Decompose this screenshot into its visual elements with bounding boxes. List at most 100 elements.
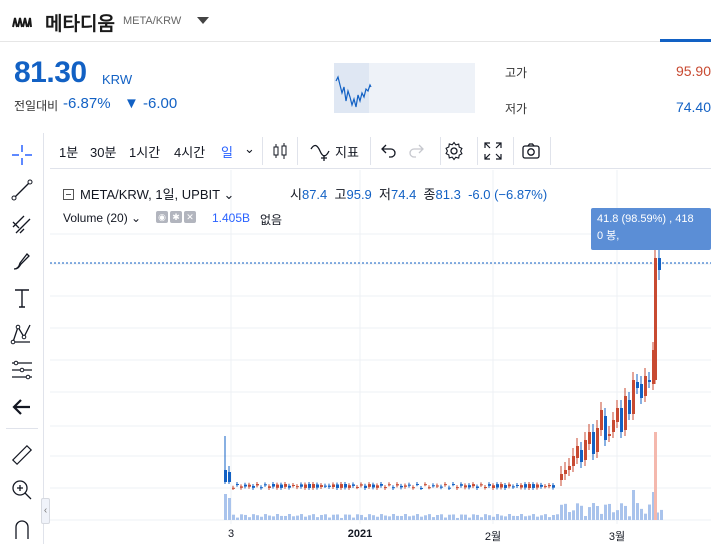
high-label-chart: 고 — [334, 187, 347, 202]
volume-bar — [420, 516, 423, 520]
candle-body — [380, 484, 383, 486]
volume-bar — [520, 514, 523, 520]
settings-small-icon[interactable]: ✱ — [170, 211, 182, 223]
pattern-icon[interactable] — [7, 319, 37, 349]
measure-lines-icon[interactable] — [7, 355, 37, 385]
tooltip-line-1: 41.8 (98.59%) , 418 — [597, 213, 694, 225]
ohlc-values: 시87.4 고95.9 저74.4 종81.3 -6.0 (−6.87%) — [290, 184, 547, 203]
coin-name[interactable]: 메타디움 — [45, 9, 115, 36]
interval-dropdown-icon[interactable]: ⌄ — [244, 141, 255, 157]
candle-body — [588, 432, 591, 444]
candle-body — [312, 484, 315, 488]
volume-bar — [472, 514, 475, 520]
volume-bar — [448, 514, 451, 520]
volume-bar — [644, 513, 647, 520]
volume-bar — [372, 515, 375, 520]
candle-body — [540, 484, 543, 487]
x-label-2021: 2021 — [347, 528, 373, 540]
candle-body — [658, 258, 661, 270]
legend-symbol[interactable]: META/KRW, 1일, UPBIT — [80, 187, 220, 202]
candle-body — [400, 485, 403, 488]
volume-value: 1.405B — [212, 211, 251, 225]
volume-bar — [240, 514, 243, 520]
volume-bar — [464, 514, 467, 520]
interval-day[interactable]: 일 — [221, 142, 233, 161]
magnet-icon[interactable] — [7, 514, 37, 544]
volume-bar — [588, 507, 591, 520]
crosshair-icon[interactable] — [7, 140, 37, 170]
volume-bar — [460, 514, 463, 520]
time-axis[interactable]: 3 2021 2월 3월 — [50, 524, 711, 544]
volume-legend[interactable]: Volume (20) ⌄ — [63, 211, 141, 225]
volume-bar — [376, 516, 379, 520]
candle-body — [572, 456, 575, 466]
back-arrow-icon[interactable] — [7, 392, 37, 422]
candle-body — [364, 485, 367, 488]
collapse-legend-icon[interactable] — [63, 189, 74, 200]
fullscreen-icon[interactable] — [480, 138, 506, 164]
indicator-icon[interactable] — [307, 138, 333, 164]
camera-icon[interactable] — [518, 138, 544, 164]
zoom-in-icon[interactable] — [7, 475, 37, 505]
volume-bar — [636, 503, 639, 520]
coin-dropdown-icon[interactable] — [197, 17, 209, 24]
volume-bar — [660, 509, 663, 520]
candle-body — [300, 484, 303, 487]
volume-bar — [572, 510, 575, 520]
volume-bar — [252, 514, 255, 520]
candle-body — [436, 485, 439, 487]
candle-body — [620, 408, 623, 432]
price-chart[interactable]: META/KRW, 1일, UPBIT ⌄ 시87.4 고95.9 저74.4 … — [50, 170, 711, 544]
interval-30m[interactable]: 30분 — [90, 142, 116, 161]
candle-body — [336, 484, 339, 488]
x-label-feb: 2월 — [484, 531, 502, 543]
candle-body — [264, 484, 267, 486]
fib-icon[interactable] — [7, 210, 37, 240]
volume-bar — [496, 514, 499, 520]
volume-bar — [356, 514, 359, 520]
volume-label[interactable]: Volume (20) — [63, 211, 128, 225]
remove-icon[interactable]: ✕ — [184, 211, 196, 223]
interval-1m[interactable]: 1분 — [59, 142, 78, 161]
candle-body — [496, 484, 499, 488]
interval-1h[interactable]: 1시간 — [129, 142, 160, 161]
volume-bar — [488, 515, 491, 520]
indicator-button[interactable]: 지표 — [335, 142, 359, 161]
candle-body — [256, 484, 259, 486]
volume-bar — [436, 514, 439, 520]
candle-body — [568, 466, 571, 470]
undo-icon[interactable] — [375, 138, 401, 164]
candle-body — [296, 486, 299, 488]
candle-body — [444, 484, 447, 486]
candle-body — [384, 487, 387, 489]
volume-bar — [400, 515, 403, 520]
volume-bar — [512, 515, 515, 520]
volume-bar — [624, 505, 627, 520]
candle-body — [528, 484, 531, 488]
candle-body — [420, 487, 423, 489]
text-icon[interactable] — [7, 283, 37, 313]
candle-body — [428, 487, 431, 489]
candle-body — [552, 485, 555, 488]
volume-bar — [236, 517, 239, 520]
change-value-chart: -6.0 (−6.87%) — [468, 187, 548, 202]
volume-bar — [540, 515, 543, 520]
volume-bar — [456, 517, 459, 520]
collapse-toolbar-button[interactable]: ‹ — [41, 498, 50, 524]
candle-body — [320, 485, 323, 487]
candle-body — [408, 484, 411, 486]
brush-icon[interactable] — [7, 246, 37, 276]
candle-type-icon[interactable] — [267, 138, 293, 164]
volume-bar — [548, 517, 551, 520]
trend-line-icon[interactable] — [7, 175, 37, 205]
volume-bar — [564, 503, 567, 520]
redo-icon[interactable] — [404, 138, 430, 164]
settings-icon[interactable] — [441, 138, 467, 164]
ruler-icon[interactable] — [7, 440, 37, 470]
volume-bar — [320, 514, 323, 520]
volume-bar — [328, 517, 331, 520]
interval-4h[interactable]: 4시간 — [174, 142, 205, 161]
visibility-icon[interactable]: ◉ — [156, 211, 168, 223]
candle-body — [500, 484, 503, 488]
volume-bar — [654, 432, 657, 520]
